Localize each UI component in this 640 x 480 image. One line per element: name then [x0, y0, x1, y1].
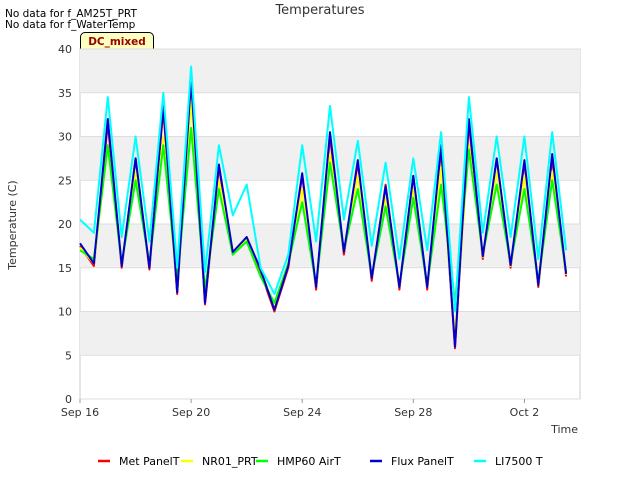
x-axis-ticks: Sep 16 Sep 20 Sep 24 Sep 28 Oct 2 — [61, 399, 539, 419]
y-axis-ticks: 0 5 10 15 20 25 30 35 40 — [58, 43, 72, 406]
legend-label: Flux PanelT — [391, 455, 454, 468]
x-tick-label: Oct 2 — [510, 406, 540, 419]
legend-label: NR01_PRT — [202, 455, 258, 468]
x-tick-label: Sep 20 — [172, 406, 210, 419]
legend-label: LI7500 T — [495, 455, 543, 468]
grid-band — [80, 311, 580, 356]
y-tick-label: 5 — [65, 349, 72, 362]
y-tick-label: 30 — [58, 131, 72, 144]
y-tick-label: 15 — [58, 262, 72, 275]
y-tick-label: 0 — [65, 393, 72, 406]
chart-title: Temperatures — [274, 3, 364, 18]
x-tick-label: Sep 28 — [394, 406, 432, 419]
y-axis-label: Temperature (C) — [6, 180, 19, 270]
y-tick-label: 20 — [58, 218, 72, 231]
y-tick-label: 10 — [58, 306, 72, 319]
y-tick-label: 35 — [58, 87, 72, 100]
x-tick-label: Sep 24 — [283, 406, 321, 419]
x-axis-label: Time — [550, 423, 578, 436]
temperatures-chart: 0 5 10 15 20 25 30 35 40 Sep 16 Sep 20 Sep 24 Sep 2… — [6, 3, 581, 468]
x-tick-label: Sep 16 — [61, 406, 99, 419]
legend-label: Met PanelT — [119, 455, 180, 468]
y-tick-label: 25 — [58, 174, 72, 187]
legend-label: HMP60 AirT — [277, 455, 341, 468]
grid-band — [80, 49, 580, 93]
legend: Met PanelT NR01_PRT HMP60 AirT Flux PanelT L… — [98, 455, 543, 468]
y-tick-label: 40 — [58, 43, 72, 56]
